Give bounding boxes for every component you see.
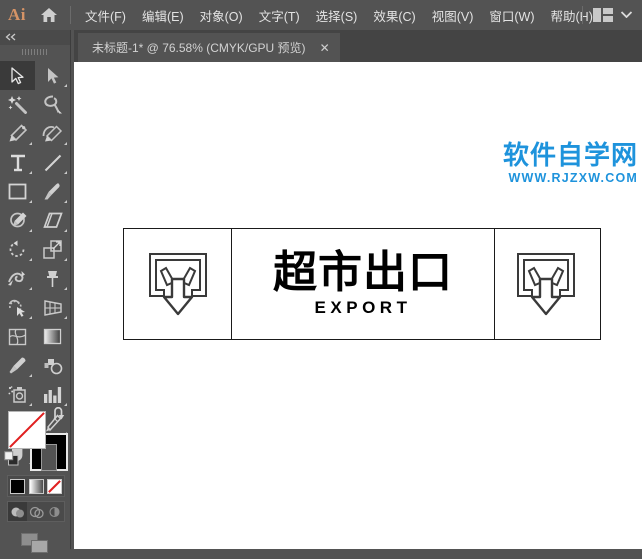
free-transform-tool[interactable] (35, 264, 70, 293)
draw-mode-buttons (7, 501, 65, 522)
direct-selection-tool[interactable] (35, 61, 70, 90)
none-diagonal-icon (9, 412, 45, 448)
draw-behind-button[interactable] (27, 502, 46, 521)
tool-flyout-indicator (29, 200, 32, 203)
sign-divider-right (494, 229, 495, 339)
tool-flyout-indicator (29, 287, 32, 290)
tool-flyout-indicator (29, 229, 32, 232)
gradient-tool[interactable] (35, 322, 70, 351)
tool-flyout-indicator (64, 229, 67, 232)
document-tab-title: 未标题-1* @ 76.58% (CMYK/GPU 预览) (92, 41, 306, 55)
screen-mode-icon (21, 533, 48, 553)
tools-panel (0, 30, 71, 553)
magic-wand-tool[interactable] (0, 90, 35, 119)
tool-flyout-indicator (64, 258, 67, 261)
tools-collapse-button[interactable] (0, 30, 70, 45)
menu-effect[interactable]: 效果(C) (365, 0, 423, 30)
tool-flyout-indicator (64, 316, 67, 319)
workspace-layout-icon[interactable] (593, 8, 613, 22)
tool-flyout-indicator (64, 200, 67, 203)
menu-select[interactable]: 选择(S) (308, 0, 366, 30)
draw-inside-button[interactable] (45, 502, 64, 521)
line-segment-tool[interactable] (35, 148, 70, 177)
solid-color-icon (9, 478, 25, 494)
scale-tool[interactable] (35, 235, 70, 264)
exit-door-down-arrow-icon (510, 249, 582, 324)
gradient-mode-button[interactable] (27, 476, 46, 496)
home-icon[interactable] (34, 0, 64, 30)
width-tool[interactable] (0, 264, 35, 293)
shape-builder-tool[interactable] (0, 293, 35, 322)
shaper-tool[interactable] (0, 206, 35, 235)
workspace-divider (582, 6, 583, 24)
eyedropper-tool[interactable] (0, 351, 35, 380)
chevron-down-icon[interactable] (620, 10, 633, 20)
lasso-tool[interactable] (35, 90, 70, 119)
tool-flyout-indicator (29, 374, 32, 377)
menu-object[interactable]: 对象(O) (192, 0, 251, 30)
mesh-tool[interactable] (0, 322, 35, 351)
sign-title-chinese: 超市出口 (273, 246, 453, 298)
draw-inside-icon (49, 506, 60, 517)
gradient-swatch-icon (28, 478, 44, 494)
double-chevron-left-icon (5, 33, 17, 43)
fill-mode-buttons (7, 475, 65, 497)
menu-window[interactable]: 窗口(W) (481, 0, 542, 30)
menu-file[interactable]: 文件(F) (77, 0, 134, 30)
tool-flyout-indicator (64, 142, 67, 145)
app-logo: Ai (8, 5, 26, 24)
supermarket-exit-sign[interactable]: 超市出口 EXPORT (123, 228, 601, 340)
menu-view[interactable]: 视图(V) (424, 0, 482, 30)
document-tab[interactable]: 未标题-1* @ 76.58% (CMYK/GPU 预览) ✕ (78, 33, 340, 62)
swap-fill-stroke-icon[interactable] (52, 406, 67, 426)
tool-flyout-indicator (29, 258, 32, 261)
menu-divider (70, 6, 71, 24)
watermark-chinese: 软件自学网 (502, 141, 638, 171)
curvature-tool[interactable] (35, 119, 70, 148)
change-screen-mode-button[interactable] (0, 529, 70, 559)
type-tool[interactable] (0, 148, 35, 177)
grip-dots-icon (22, 49, 48, 55)
watermark-url: WWW.RJZXW.COM (508, 171, 638, 185)
exit-door-down-arrow-icon (142, 249, 214, 324)
rotate-tool[interactable] (0, 235, 35, 264)
document-tab-bar: 未标题-1* @ 76.58% (CMYK/GPU 预览) ✕ (74, 30, 642, 62)
fill-swatch-none[interactable] (8, 411, 46, 449)
sign-frame: 超市出口 EXPORT (123, 228, 601, 340)
menu-bar: Ai 文件(F) 编辑(E) 对象(O) 文字(T) 选择(S) 效果(C) 视… (0, 0, 642, 30)
sign-title-english: EXPORT (314, 297, 412, 317)
document-canvas[interactable]: 软件自学网 WWW.RJZXW.COM 超市出口 EXPORT (74, 62, 642, 549)
none-swatch-icon (47, 478, 63, 494)
default-fill-stroke-icon[interactable] (4, 451, 19, 471)
draw-normal-button[interactable] (8, 502, 27, 521)
tool-flyout-indicator (64, 171, 67, 174)
color-mode-button[interactable] (8, 476, 27, 496)
draw-normal-icon (11, 507, 24, 517)
fill-stroke-section (0, 405, 70, 553)
selection-tool[interactable] (0, 61, 35, 90)
draw-behind-icon (29, 506, 44, 518)
tool-flyout-indicator (29, 316, 32, 319)
perspective-grid-tool[interactable] (35, 293, 70, 322)
tool-flyout-indicator (29, 171, 32, 174)
tool-flyout-indicator (29, 142, 32, 145)
tool-flyout-indicator (64, 84, 67, 87)
workspace-controls (582, 0, 636, 30)
illustrator-window: Ai 文件(F) 编辑(E) 对象(O) 文字(T) 选择(S) 效果(C) 视… (0, 0, 642, 553)
blend-tool[interactable] (35, 351, 70, 380)
fill-stroke-swatches (0, 405, 70, 473)
menu-item-list: 文件(F) 编辑(E) 对象(O) 文字(T) 选择(S) 效果(C) 视图(V… (77, 0, 601, 30)
sign-text-block: 超市出口 EXPORT (232, 229, 494, 339)
none-mode-button[interactable] (45, 476, 64, 496)
menu-type[interactable]: 文字(T) (251, 0, 308, 30)
paintbrush-tool[interactable] (35, 177, 70, 206)
rectangle-tool[interactable] (0, 177, 35, 206)
pen-tool[interactable] (0, 119, 35, 148)
eraser-tool[interactable] (35, 206, 70, 235)
close-icon[interactable]: ✕ (320, 41, 330, 55)
tools-drag-handle[interactable] (0, 45, 70, 59)
tool-flyout-indicator (64, 287, 67, 290)
watermark: 软件自学网 WWW.RJZXW.COM (503, 143, 638, 185)
menu-edit[interactable]: 编辑(E) (134, 0, 192, 30)
